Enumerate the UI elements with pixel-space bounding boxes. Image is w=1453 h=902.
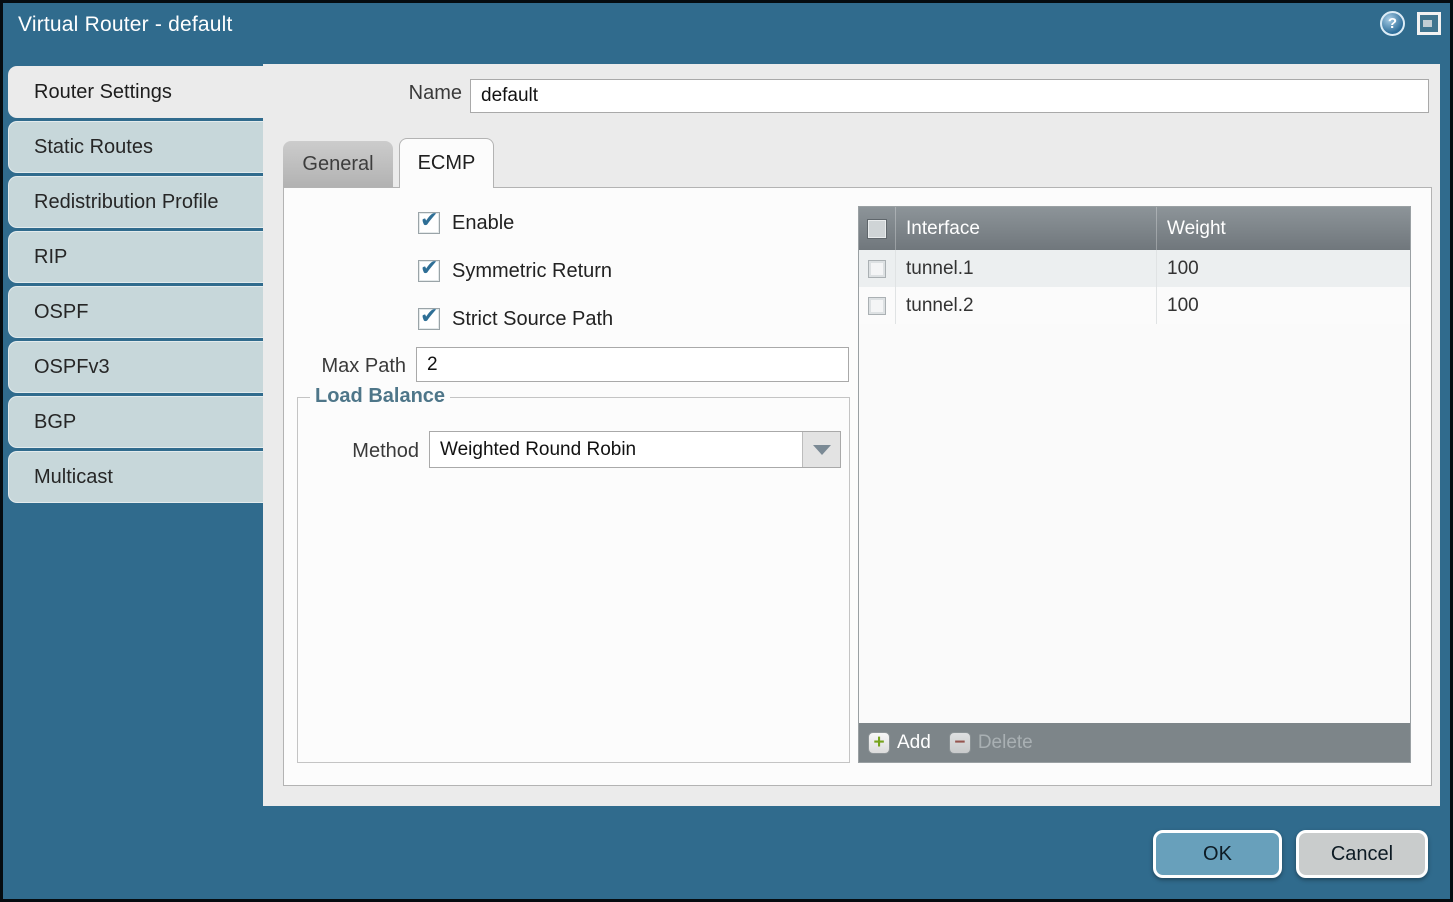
help-icon[interactable]: ? xyxy=(1380,11,1405,36)
virtual-router-dialog: Virtual Router - default ? Router Settin… xyxy=(0,0,1453,902)
method-dropdown-value: Weighted Round Robin xyxy=(440,432,636,467)
sidebar-item[interactable]: OSPFv3 xyxy=(8,341,263,393)
sidebar-item-label: OSPFv3 xyxy=(34,356,110,378)
ecmp-checkbox-group: ✔ Enable ✔ Symmetric Return ✔ Strict Sou… xyxy=(418,212,613,330)
sidebar-item-label: Multicast xyxy=(34,466,113,488)
tab-general[interactable]: General xyxy=(283,141,393,187)
max-path-label: Max Path xyxy=(284,355,406,378)
sidebar-item-label: RIP xyxy=(34,246,67,268)
sidebar-item[interactable]: Static Routes xyxy=(8,121,263,173)
weight-cell: 100 xyxy=(1156,287,1410,324)
sidebar-item-label: BGP xyxy=(34,411,76,433)
checkbox[interactable]: ✔ xyxy=(418,212,440,234)
delete-button[interactable]: − Delete xyxy=(949,732,1033,754)
add-button[interactable]: + Add xyxy=(868,732,931,754)
row-checkbox[interactable] xyxy=(868,297,886,315)
max-path-input[interactable]: 2 xyxy=(416,347,849,382)
checkbox-label: Enable xyxy=(452,212,514,235)
checkbox-label: Strict Source Path xyxy=(452,308,613,331)
interface-column-header[interactable]: Interface xyxy=(895,207,1156,250)
ok-button[interactable]: OK xyxy=(1153,830,1282,878)
interface-table-body: tunnel.1 100 tunnel.2 100 xyxy=(859,250,1410,324)
select-all-checkbox[interactable] xyxy=(868,220,886,238)
weight-column-header[interactable]: Weight xyxy=(1156,207,1410,250)
checkbox-row[interactable]: ✔ Enable xyxy=(418,212,613,234)
window-restore-icon[interactable] xyxy=(1417,12,1441,35)
dialog-title: Virtual Router - default xyxy=(18,13,233,37)
method-label: Method xyxy=(298,440,419,463)
table-row[interactable]: tunnel.1 100 xyxy=(859,250,1410,287)
row-checkbox[interactable] xyxy=(868,260,886,278)
sidebar-item-label: Redistribution Profile xyxy=(34,191,219,213)
sidebar-item[interactable]: Redistribution Profile xyxy=(8,176,263,228)
interface-table-header: Interface Weight xyxy=(859,207,1410,250)
sidebar-item[interactable]: OSPF xyxy=(8,286,263,338)
load-balance-group: Load Balance Method Weighted Round Robin xyxy=(297,397,850,763)
checkbox-label: Symmetric Return xyxy=(452,260,612,283)
checkmark-icon: ✔ xyxy=(420,255,438,281)
checkmark-icon: ✔ xyxy=(420,207,438,233)
interface-cell: tunnel.1 xyxy=(895,250,1156,287)
sidebar-item[interactable]: RIP xyxy=(8,231,263,283)
chevron-down-icon[interactable] xyxy=(802,432,840,467)
checkmark-icon: ✔ xyxy=(420,303,438,329)
sidebar-item[interactable]: Multicast xyxy=(8,451,263,503)
sidebar-item-label: OSPF xyxy=(34,301,88,323)
method-dropdown[interactable]: Weighted Round Robin xyxy=(429,431,841,468)
table-row[interactable]: tunnel.2 100 xyxy=(859,287,1410,324)
ecmp-tab-panel: ✔ Enable ✔ Symmetric Return ✔ Strict Sou… xyxy=(283,187,1432,786)
sidebar-item[interactable]: Router Settings xyxy=(8,66,263,118)
sidebar-item-label: Router Settings xyxy=(34,81,172,103)
interface-cell: tunnel.2 xyxy=(895,287,1156,324)
cancel-button[interactable]: Cancel xyxy=(1296,830,1428,878)
weight-cell: 100 xyxy=(1156,250,1410,287)
delete-minus-icon: − xyxy=(949,732,971,754)
sidebar-item[interactable]: BGP xyxy=(8,396,263,448)
checkbox-row[interactable]: ✔ Symmetric Return xyxy=(418,260,613,282)
name-label: Name xyxy=(360,82,462,105)
tab-ecmp[interactable]: ECMP xyxy=(399,138,494,188)
checkbox[interactable]: ✔ xyxy=(418,308,440,330)
checkbox-row[interactable]: ✔ Strict Source Path xyxy=(418,308,613,330)
sidebar: Router Settings Static Routes Redistribu… xyxy=(8,62,263,503)
interface-table: Interface Weight tunnel.1 100 tunnel.2 1… xyxy=(858,206,1411,763)
add-plus-icon: + xyxy=(868,732,890,754)
checkbox[interactable]: ✔ xyxy=(418,260,440,282)
table-empty-area xyxy=(859,324,1410,723)
table-footer: + Add − Delete xyxy=(859,723,1410,762)
load-balance-legend: Load Balance xyxy=(310,385,450,408)
name-input[interactable]: default xyxy=(470,79,1429,113)
sidebar-item-label: Static Routes xyxy=(34,136,153,158)
